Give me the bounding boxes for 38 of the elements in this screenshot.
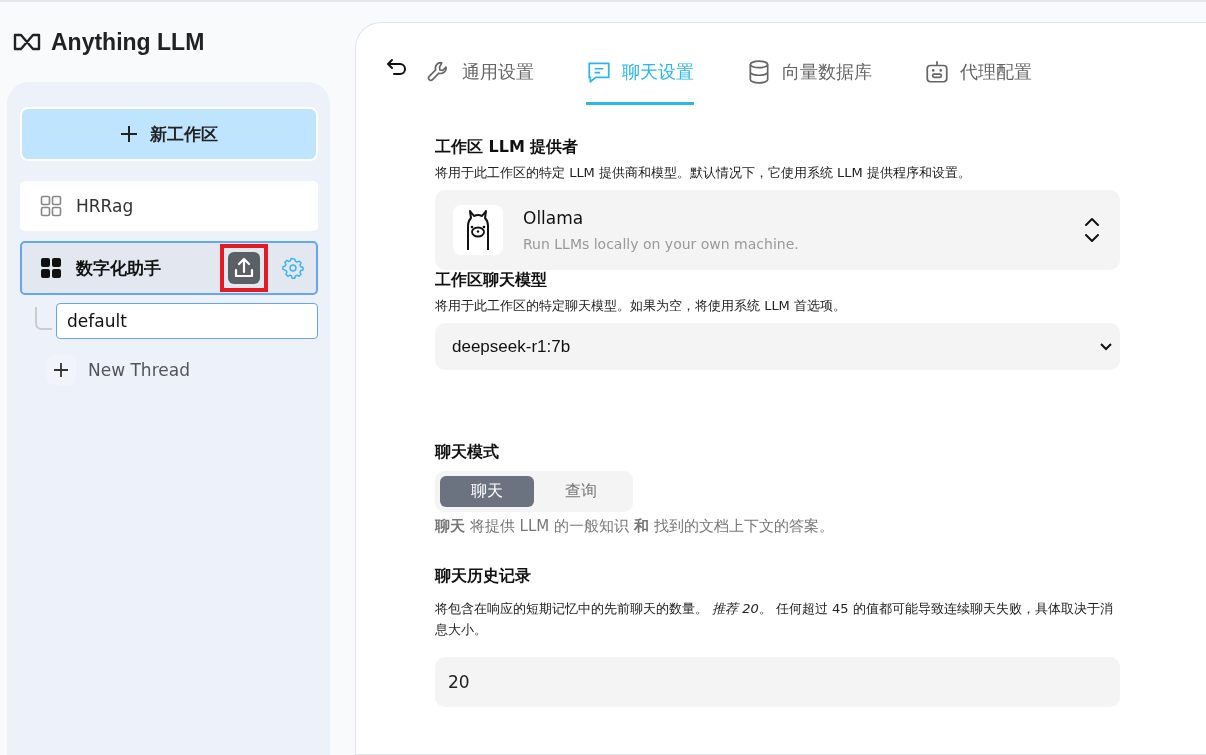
section-title: 工作区聊天模型 xyxy=(435,270,548,291)
robot-icon xyxy=(924,58,950,85)
settings-tab[interactable]: 向量数据库 xyxy=(746,55,872,105)
llama-logo-icon xyxy=(453,205,503,255)
upload-icon[interactable] xyxy=(228,252,260,284)
grid-icon xyxy=(40,257,62,279)
logo-icon xyxy=(13,33,43,51)
history-input[interactable]: 20 xyxy=(435,656,1120,707)
section-title: 聊天模式 xyxy=(435,442,500,463)
section-title: 聊天历史记录 xyxy=(435,566,532,587)
provider-name: Ollama xyxy=(523,208,585,228)
section-description: 将用于此工作区的特定聊天模型。如果为空，将使用系统 LLM 首选项。 xyxy=(435,297,847,315)
workspace-item[interactable]: HRRag xyxy=(20,181,318,231)
section-title: 工作区 LLM 提供者 xyxy=(435,137,580,158)
provider-select[interactable]: Ollama Run LLMs locally on your own machine. xyxy=(435,190,1120,270)
chevron-down-icon xyxy=(1100,342,1112,351)
section-description: 将包含在响应的短期记忆中的先前聊天的数量。 推荐 20。 任何超过 45 的值都可能导致连续聊天失败，具体取决于消息大小。 xyxy=(435,600,1114,639)
grid-icon xyxy=(40,195,62,217)
model-select[interactable]: deepseek-r1:7b xyxy=(435,323,1120,370)
settings-tab[interactable]: 代理配置 xyxy=(924,55,1032,105)
thread-item[interactable]: default xyxy=(56,303,318,339)
back-arrow-icon[interactable] xyxy=(386,58,408,76)
mode-description: 聊天 将提供 LLM 的一般知识 和 找到的文档上下文的答案。 xyxy=(435,517,835,536)
mode-option[interactable]: 查询 xyxy=(534,476,628,507)
settings-tab[interactable]: 通用设置 xyxy=(426,55,534,105)
chevron-up-down-icon xyxy=(1084,217,1100,243)
plus-icon xyxy=(120,125,138,143)
database-icon xyxy=(746,58,772,85)
app-name: Anything LLM xyxy=(51,28,205,56)
tree-connector xyxy=(34,307,52,331)
mode-option[interactable]: 聊天 xyxy=(440,476,534,507)
workspace-name: HRRag xyxy=(76,196,135,216)
section-description: 将用于此工作区的特定 LLM 提供商和模型。默认情况下，它使用系统 LLM 提供程序和设置。 xyxy=(435,164,972,182)
workspace-name: 数字化助手 xyxy=(76,256,162,280)
new-thread-link[interactable]: New Thread xyxy=(88,360,190,380)
provider-tagline: Run LLMs locally on your own machine. xyxy=(523,236,800,252)
workspace-item[interactable]: 数字化助手 xyxy=(20,241,318,295)
new-workspace-button[interactable]: 新工作区 xyxy=(20,107,318,161)
